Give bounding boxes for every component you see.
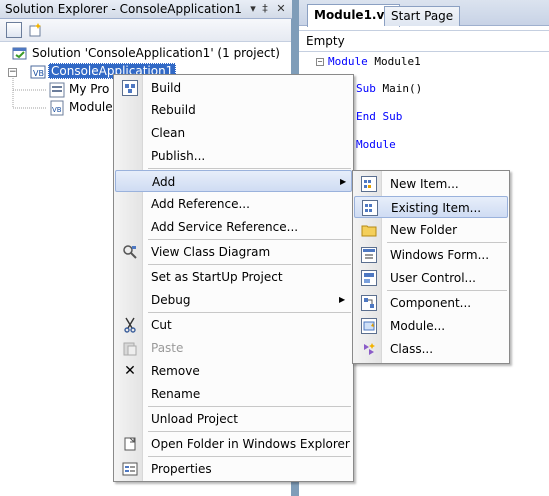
menu-separator xyxy=(148,239,351,240)
paste-icon xyxy=(122,340,138,356)
menu-item-cut[interactable]: Cut xyxy=(115,314,352,336)
submenu-arrow-icon: ▶ xyxy=(339,295,346,304)
menu-separator xyxy=(148,456,351,457)
submenu-item-module[interactable]: Module... xyxy=(354,315,508,337)
menu-item-paste[interactable]: Paste xyxy=(115,337,352,359)
menu-separator xyxy=(148,406,351,407)
menu-item-open-folder[interactable]: Open Folder in Windows Explorer xyxy=(115,433,352,455)
menu-separator xyxy=(387,242,507,243)
menu-separator xyxy=(148,431,351,432)
pin-icon[interactable]: ‡ xyxy=(258,1,272,17)
keyword: Module xyxy=(356,138,396,151)
submenu-item-existing-item[interactable]: Existing Item... xyxy=(354,196,508,218)
build-icon xyxy=(122,80,138,96)
close-icon[interactable]: ✕ xyxy=(274,1,288,17)
add-submenu: New Item... Existing Item... New Folder … xyxy=(352,170,510,364)
code-text: Main() xyxy=(375,82,423,95)
menu-item-properties[interactable]: Properties xyxy=(115,458,352,480)
menu-item-build[interactable]: Build xyxy=(115,77,352,99)
menu-separator xyxy=(148,312,351,313)
tab-start-page[interactable]: Start Page xyxy=(384,6,461,26)
keyword: End Sub xyxy=(356,110,403,123)
menu-item-set-startup[interactable]: Set as StartUp Project xyxy=(115,266,352,288)
tree-item-my-project[interactable]: My Pro xyxy=(69,81,109,98)
windows-form-icon xyxy=(361,247,377,263)
existing-item-icon xyxy=(362,200,378,216)
class-diagram-icon xyxy=(122,244,138,260)
code-line-3: End Sub xyxy=(356,109,402,125)
tree-item-solution[interactable]: Solution 'ConsoleApplication1' (1 projec… xyxy=(32,45,280,62)
code-line-2: Sub Main() xyxy=(356,81,422,97)
menu-separator xyxy=(148,168,351,169)
code-text: Module1 xyxy=(367,55,421,68)
properties-icon xyxy=(122,461,138,477)
menu-item-add-reference[interactable]: Add Reference... xyxy=(115,193,352,215)
menu-item-rebuild[interactable]: Rebuild xyxy=(115,99,352,121)
keyword: Sub xyxy=(356,82,376,95)
menu-item-view-class-diagram[interactable]: View Class Diagram xyxy=(115,241,352,263)
submenu-item-component[interactable]: Component... xyxy=(354,292,508,314)
menu-item-add[interactable]: Add ▶ xyxy=(115,170,352,192)
menu-item-add-service-reference[interactable]: Add Service Reference... xyxy=(115,216,352,238)
menu-item-remove[interactable]: ✕ Remove xyxy=(115,360,352,382)
submenu-item-windows-form[interactable]: Windows Form... xyxy=(354,244,508,266)
project-context-menu: Build Rebuild Clean Publish... Add ▶ Add… xyxy=(113,74,354,482)
keyword: Module xyxy=(328,55,368,68)
code-line-1: Module Module1 xyxy=(328,54,421,70)
submenu-arrow-icon: ▶ xyxy=(340,177,347,186)
delete-x-icon: ✕ xyxy=(124,363,136,379)
class-icon xyxy=(361,341,377,357)
tree-item-module[interactable]: Module xyxy=(69,99,113,116)
code-line-4: Module xyxy=(356,137,396,153)
document-tabs: Module1.vb Start Page xyxy=(299,0,549,27)
submenu-item-class[interactable]: Class... xyxy=(354,338,508,360)
new-item-icon xyxy=(361,176,377,192)
submenu-item-new-folder[interactable]: New Folder xyxy=(354,219,508,241)
menu-item-publish[interactable]: Publish... xyxy=(115,145,352,167)
member-dropdown[interactable]: Empty xyxy=(299,30,549,52)
open-folder-icon xyxy=(122,436,138,452)
submenu-item-new-item[interactable]: New Item... xyxy=(354,173,508,195)
submenu-item-user-control[interactable]: User Control... xyxy=(354,267,508,289)
scissors-icon xyxy=(122,317,138,333)
menu-separator xyxy=(387,290,507,291)
user-control-icon xyxy=(361,270,377,286)
menu-item-rename[interactable]: Rename xyxy=(115,383,352,405)
tree-lines xyxy=(12,78,46,109)
module-icon xyxy=(361,318,377,334)
menu-item-unload-project[interactable]: Unload Project xyxy=(115,408,352,430)
component-icon xyxy=(361,295,377,311)
menu-item-clean[interactable]: Clean xyxy=(115,122,352,144)
folder-icon xyxy=(361,222,377,238)
menu-separator xyxy=(148,264,351,265)
menu-item-debug[interactable]: Debug ▶ xyxy=(115,289,352,311)
collapse-module-icon[interactable]: − xyxy=(316,58,324,66)
